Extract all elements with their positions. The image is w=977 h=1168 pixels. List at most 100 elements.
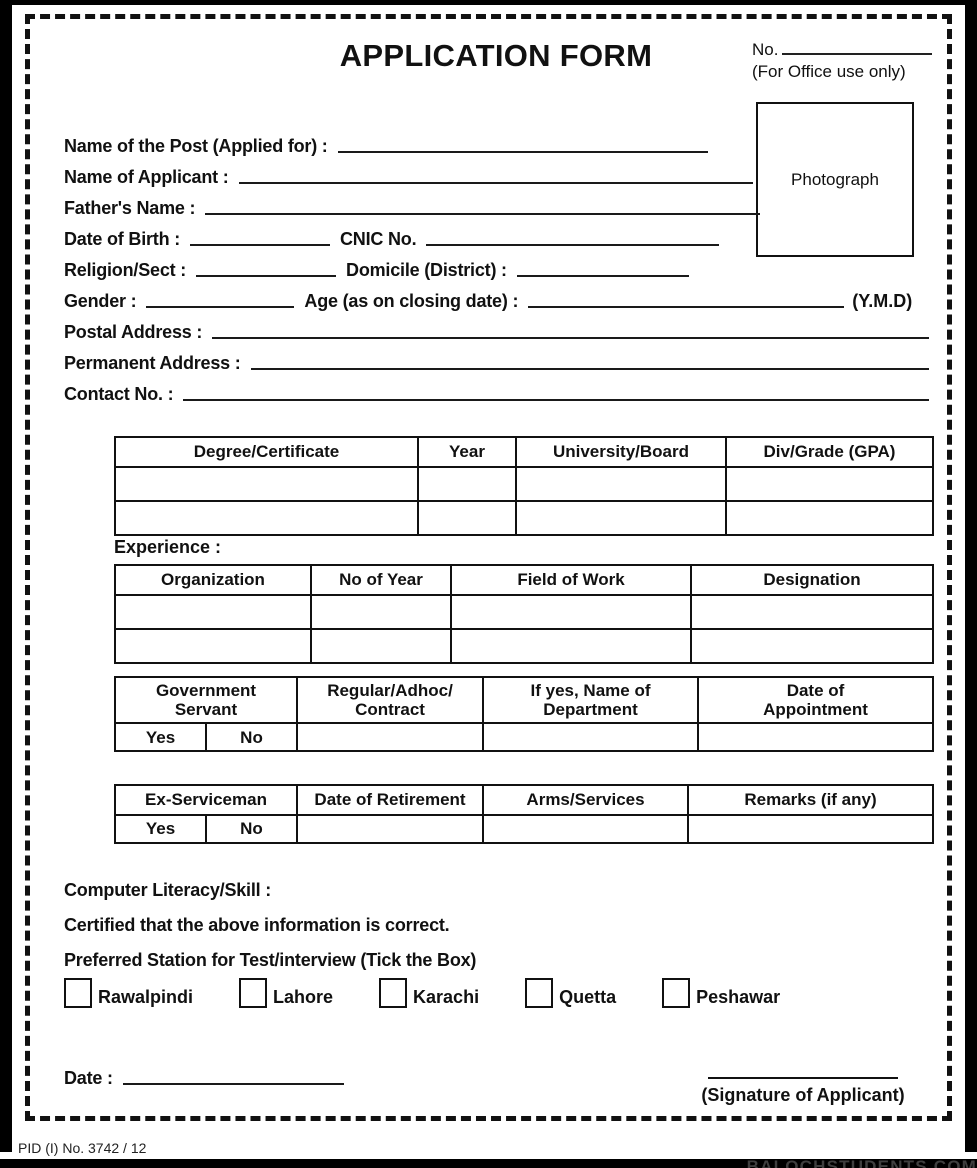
gov-cell-department[interactable]: [482, 722, 700, 753]
ex-yes-cell[interactable]: Yes: [114, 814, 207, 844]
exp-cell-field[interactable]: [450, 594, 692, 630]
preferred-station-label: Preferred Station for Test/interview (Ti…: [64, 950, 477, 970]
station-option-rawalpindi[interactable]: Rawalpindi: [64, 978, 193, 1008]
office-no-rule: [782, 52, 932, 55]
exp-cell-designation[interactable]: [690, 594, 934, 630]
gov-header-type-line1: Regular/Adhoc/: [327, 681, 453, 700]
station-option-peshawar[interactable]: Peshawar: [662, 978, 780, 1008]
exp-cell-years[interactable]: [310, 594, 452, 630]
postal-address-label: Postal Address :: [64, 322, 203, 342]
gov-cell-type[interactable]: [296, 722, 485, 753]
exp-header-years: No of Year: [310, 564, 452, 596]
checkbox-icon[interactable]: [379, 978, 408, 1008]
gov-header-type-line2: Contract: [355, 700, 425, 720]
office-use-block: No. (For Office use only): [752, 40, 932, 82]
domicile-label: Domicile (District) :: [346, 260, 507, 280]
applicant-label: Name of Applicant :: [64, 167, 229, 187]
edu-cell-degree[interactable]: [114, 500, 419, 536]
checkbox-icon[interactable]: [64, 978, 92, 1008]
gov-cell-appointment[interactable]: [697, 722, 935, 753]
station-option-lahore[interactable]: Lahore: [239, 978, 333, 1008]
table-header-row: Ex-Serviceman Date of Retirement Arms/Se…: [114, 784, 934, 816]
father-input-line[interactable]: [205, 212, 761, 215]
signature-label: (Signature of Applicant): [701, 1085, 905, 1105]
edu-cell-grade[interactable]: [725, 466, 934, 502]
preferred-station-options: Rawalpindi Lahore Karachi Quetta Peshawa…: [64, 978, 924, 1008]
edu-cell-year[interactable]: [417, 500, 517, 536]
exp-header-designation: Designation: [690, 564, 934, 596]
signature-rule[interactable]: [708, 1076, 898, 1079]
father-label: Father's Name :: [64, 198, 196, 218]
applicant-fields: Name of the Post (Applied for) : Name of…: [64, 128, 929, 407]
field-row-post: Name of the Post (Applied for) :: [64, 128, 929, 159]
edu-cell-degree[interactable]: [114, 466, 419, 502]
field-row-permanent-address: Permanent Address :: [64, 345, 929, 376]
applicant-input-line[interactable]: [238, 181, 753, 184]
checkbox-icon[interactable]: [239, 978, 268, 1008]
permanent-address-input-line[interactable]: [250, 367, 929, 370]
gov-header-appointment-line1: Date of: [786, 681, 845, 700]
postal-address-input-line[interactable]: [212, 336, 929, 339]
age-input-line[interactable]: [528, 305, 845, 308]
table-row: [114, 628, 934, 664]
edu-cell-grade[interactable]: [725, 500, 934, 536]
table-row: Yes No: [114, 814, 934, 844]
gov-no-cell[interactable]: No: [204, 722, 299, 753]
field-row-contact: Contact No. :: [64, 376, 929, 407]
ex-no-cell[interactable]: No: [205, 814, 298, 844]
exp-cell-organization[interactable]: [114, 594, 312, 630]
age-unit-label: (Y.M.D): [852, 291, 913, 311]
post-input-line[interactable]: [337, 150, 708, 153]
edu-cell-university[interactable]: [515, 500, 727, 536]
field-row-dob-cnic: Date of Birth : CNIC No.: [64, 221, 929, 252]
experience-label: Experience :: [114, 537, 222, 557]
religion-input-line[interactable]: [196, 274, 337, 277]
field-row-religion-domicile: Religion/Sect : Domicile (District) :: [64, 252, 929, 283]
exp-cell-field[interactable]: [450, 628, 692, 664]
edu-cell-university[interactable]: [515, 466, 727, 502]
date-label: Date :: [64, 1068, 113, 1088]
frame-right-border: [965, 0, 977, 1152]
gov-header-department: If yes, Name of Department: [482, 675, 700, 725]
ex-header-remarks: Remarks (if any): [687, 784, 934, 816]
exp-cell-designation[interactable]: [690, 628, 934, 664]
post-label: Name of the Post (Applied for) :: [64, 136, 328, 156]
exp-cell-years[interactable]: [310, 628, 452, 664]
gov-header-appointment-line2: Appointment: [763, 700, 868, 720]
edu-cell-year[interactable]: [417, 466, 517, 502]
station-option-quetta[interactable]: Quetta: [525, 978, 616, 1008]
station-label: Karachi: [413, 987, 480, 1007]
exp-header-organization: Organization: [114, 564, 312, 596]
office-no-field[interactable]: No.: [752, 40, 932, 60]
education-table: Degree/Certificate Year University/Board…: [114, 436, 934, 536]
ex-cell-arms[interactable]: [482, 814, 689, 844]
ex-cell-retirement[interactable]: [296, 814, 484, 844]
gov-header-department-line2: Department: [543, 700, 638, 720]
domicile-input-line[interactable]: [516, 274, 689, 277]
field-row-applicant: Name of Applicant :: [64, 159, 929, 190]
dob-input-line[interactable]: [190, 243, 330, 246]
contact-input-line[interactable]: [183, 398, 929, 401]
edu-header-degree: Degree/Certificate: [114, 436, 419, 468]
page-title: APPLICATION FORM: [339, 38, 653, 73]
permanent-address-label: Permanent Address :: [64, 353, 241, 373]
checkbox-icon[interactable]: [525, 978, 554, 1008]
gov-yes-cell[interactable]: Yes: [114, 722, 207, 753]
office-use-note: (For Office use only): [752, 62, 906, 81]
cnic-input-line[interactable]: [426, 243, 720, 246]
checkbox-icon[interactable]: [662, 978, 691, 1008]
certification-statement: Certified that the above information is …: [64, 915, 450, 935]
table-row: [114, 500, 934, 536]
edu-header-university: University/Board: [515, 436, 727, 468]
exp-cell-organization[interactable]: [114, 628, 312, 664]
pid-footer: PID (I) No. 3742 / 12: [18, 1140, 147, 1156]
field-row-father: Father's Name :: [64, 190, 929, 221]
gov-header-servant: Government Servant: [113, 675, 299, 725]
edu-header-grade: Div/Grade (GPA): [725, 436, 934, 468]
gender-input-line[interactable]: [146, 305, 295, 308]
date-input-line[interactable]: [122, 1082, 344, 1085]
station-option-karachi[interactable]: Karachi: [379, 978, 479, 1008]
ex-cell-remarks[interactable]: [687, 814, 934, 844]
dob-label: Date of Birth :: [64, 229, 180, 249]
table-row: [114, 594, 934, 630]
